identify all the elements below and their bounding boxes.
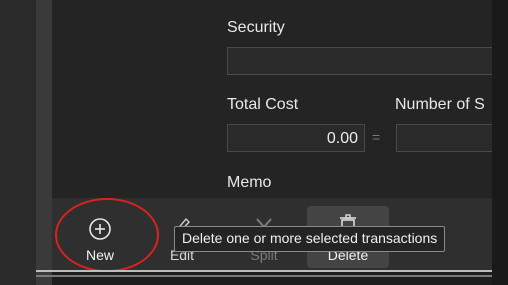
total-cost-value: 0.00 [326, 130, 358, 147]
security-label: Security [227, 19, 285, 36]
bottom-divider-shadow [36, 275, 492, 277]
right-edge [492, 0, 508, 285]
equals-sign: = [372, 129, 381, 145]
annotation-circle [55, 198, 159, 272]
left-rail [36, 0, 52, 285]
memo-label: Memo [227, 174, 272, 191]
bottom-divider [36, 270, 492, 272]
total-cost-label: Total Cost [227, 96, 299, 113]
total-cost-input[interactable]: 0.00 [227, 124, 365, 152]
security-input[interactable] [227, 47, 492, 75]
left-strip [0, 0, 36, 285]
transaction-form: Security Total Cost 0.00 = Number of S M… [52, 0, 492, 198]
number-of-shares-label: Number of S [395, 96, 485, 113]
number-of-shares-input[interactable] [396, 124, 492, 152]
delete-tooltip: Delete one or more selected transactions [174, 226, 446, 252]
